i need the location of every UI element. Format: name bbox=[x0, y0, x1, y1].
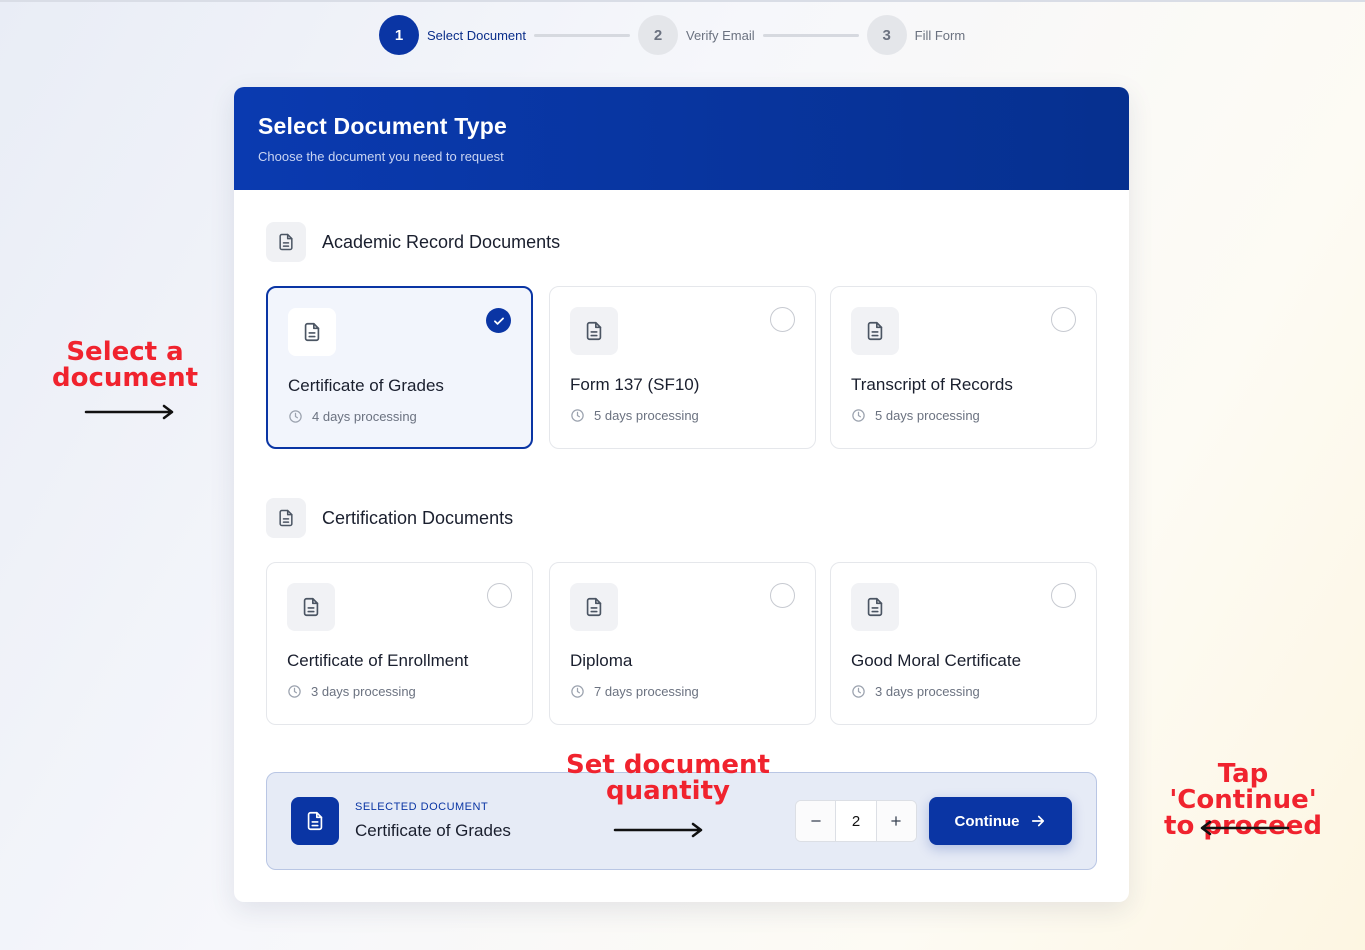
doc-name: Transcript of Records bbox=[851, 375, 1013, 394]
radio-button[interactable] bbox=[770, 583, 795, 608]
processing-text: 7 days processing bbox=[594, 684, 699, 699]
annotation-select-document: Select a document bbox=[51, 337, 199, 393]
clock-icon bbox=[289, 410, 302, 423]
document-icon bbox=[851, 307, 899, 355]
page-subtitle: Choose the document you need to request bbox=[258, 149, 504, 164]
step-select-document[interactable]: 1 Select Document bbox=[379, 15, 526, 55]
processing-text: 5 days processing bbox=[594, 408, 699, 423]
doc-processing: 3 days processing bbox=[287, 684, 512, 699]
step-label: Verify Email bbox=[686, 27, 755, 43]
step-verify-email[interactable]: 2 Verify Email bbox=[638, 15, 755, 55]
doc-card-certificate-of-grades[interactable]: Certificate of Grades 4 days processing bbox=[266, 286, 533, 449]
section-title: Certification Documents bbox=[322, 507, 514, 528]
top-divider bbox=[0, 0, 1365, 2]
arrow-right-icon bbox=[84, 404, 174, 420]
section-certification: Certification Documents bbox=[266, 498, 513, 538]
radio-button[interactable] bbox=[487, 583, 512, 608]
radio-button[interactable] bbox=[1051, 307, 1076, 332]
step-connector bbox=[534, 33, 630, 37]
arrow-right-icon bbox=[613, 822, 703, 838]
minus-icon bbox=[810, 820, 821, 822]
radio-button[interactable] bbox=[1051, 583, 1076, 608]
doc-name: Certificate of Enrollment bbox=[287, 651, 469, 670]
continue-label: Continue bbox=[954, 812, 1020, 830]
document-icon bbox=[266, 222, 306, 262]
selected-document-label: SELECTED DOCUMENT bbox=[355, 801, 489, 813]
clock-icon bbox=[571, 685, 584, 698]
doc-processing: 3 days processing bbox=[851, 684, 1076, 699]
clock-icon bbox=[288, 685, 301, 698]
arrow-left-icon bbox=[1200, 820, 1290, 836]
processing-text: 5 days processing bbox=[875, 408, 980, 423]
processing-text: 3 days processing bbox=[875, 684, 980, 699]
doc-card-good-moral-certificate[interactable]: Good Moral Certificate 3 days processing bbox=[830, 562, 1097, 725]
document-icon bbox=[851, 583, 899, 631]
doc-processing: 5 days processing bbox=[851, 408, 1076, 423]
document-icon bbox=[570, 583, 618, 631]
annotation-set-quantity: Set document quantity bbox=[566, 750, 770, 806]
step-number: 3 bbox=[866, 15, 907, 55]
section-title: Academic Record Documents bbox=[322, 231, 561, 252]
doc-card-transcript-of-records[interactable]: Transcript of Records 5 days processing bbox=[830, 286, 1097, 449]
document-icon bbox=[291, 797, 339, 845]
doc-name: Good Moral Certificate bbox=[851, 651, 1022, 670]
quantity-value[interactable]: 2 bbox=[835, 801, 877, 841]
plus-icon bbox=[891, 816, 902, 826]
increment-button[interactable] bbox=[876, 801, 916, 841]
clock-icon bbox=[571, 409, 584, 422]
arrow-right-icon bbox=[1031, 815, 1044, 827]
document-icon bbox=[266, 498, 306, 538]
doc-card-form-137[interactable]: Form 137 (SF10) 5 days processing bbox=[549, 286, 816, 449]
doc-processing: 4 days processing bbox=[288, 409, 511, 424]
progress-stepper: 1 Select Document 2 Verify Email 3 Fill … bbox=[379, 15, 965, 55]
quantity-stepper: 2 bbox=[795, 800, 917, 842]
doc-name: Form 137 (SF10) bbox=[570, 375, 700, 394]
clock-icon bbox=[852, 685, 865, 698]
radio-button[interactable] bbox=[770, 307, 795, 332]
document-icon bbox=[287, 583, 335, 631]
step-number: 1 bbox=[379, 15, 419, 55]
selected-check-icon[interactable] bbox=[486, 308, 511, 333]
doc-card-certificate-of-enrollment[interactable]: Certificate of Enrollment 3 days process… bbox=[266, 562, 533, 725]
clock-icon bbox=[852, 409, 865, 422]
doc-processing: 7 days processing bbox=[570, 684, 795, 699]
section-academic-records: Academic Record Documents bbox=[266, 222, 560, 262]
step-connector bbox=[762, 33, 859, 37]
processing-text: 3 days processing bbox=[311, 684, 416, 699]
card-header: Select Document Type Choose the document… bbox=[234, 87, 1129, 190]
doc-processing: 5 days processing bbox=[570, 408, 795, 423]
step-label: Select Document bbox=[427, 27, 526, 43]
continue-button[interactable]: Continue bbox=[929, 797, 1072, 845]
document-icon bbox=[570, 307, 618, 355]
step-label: Fill Form bbox=[914, 27, 966, 43]
decrement-button[interactable] bbox=[796, 801, 836, 841]
doc-card-diploma[interactable]: Diploma 7 days processing bbox=[549, 562, 816, 725]
doc-name: Diploma bbox=[570, 651, 633, 670]
step-fill-form[interactable]: 3 Fill Form bbox=[866, 15, 966, 55]
document-icon bbox=[288, 308, 336, 356]
page-title: Select Document Type bbox=[258, 113, 507, 139]
processing-text: 4 days processing bbox=[312, 409, 417, 424]
step-number: 2 bbox=[638, 15, 678, 55]
selected-document-name: Certificate of Grades bbox=[355, 821, 511, 840]
doc-name: Certificate of Grades bbox=[288, 376, 444, 395]
